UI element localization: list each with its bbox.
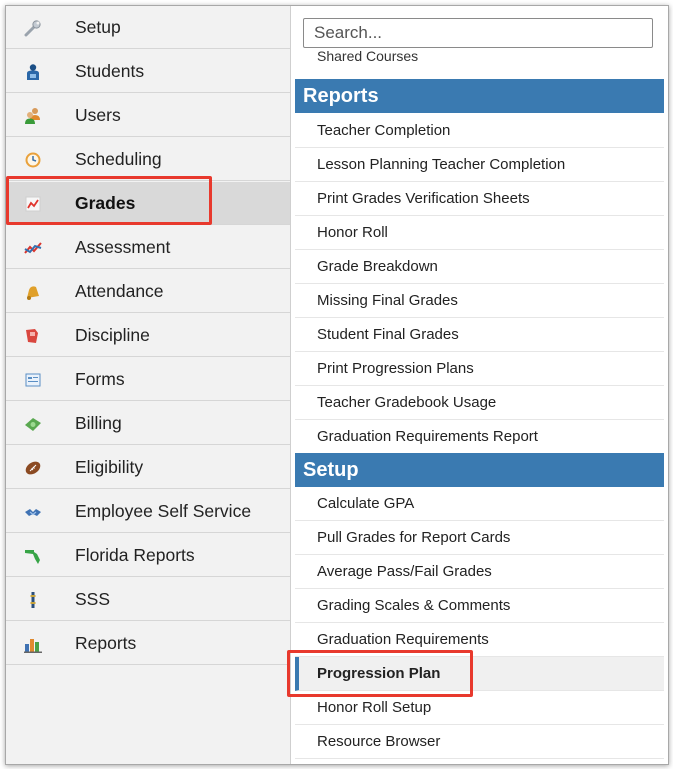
submenu-item-student-final-grades[interactable]: Student Final Grades <box>295 318 664 352</box>
submenu-item-label: Print Progression Plans <box>317 360 474 377</box>
football-icon <box>25 461 41 475</box>
sidebar-item-setup[interactable]: Setup <box>6 6 290 49</box>
submenu-item-label: Pull Grades for Report Cards <box>317 529 511 546</box>
sidebar-item-label: Setup <box>75 17 121 37</box>
submenu-item-grading-scales-comments[interactable]: Grading Scales & Comments <box>295 589 664 623</box>
bar-chart-icon <box>24 639 42 653</box>
submenu-item-teacher-completion[interactable]: Teacher Completion <box>295 114 664 148</box>
submenu-item-shared-courses[interactable]: Shared Courses <box>317 51 418 64</box>
submenu-item-label: Resource Browser <box>317 733 441 750</box>
sidebar-item-reports[interactable]: Reports <box>6 622 290 665</box>
submenu-item-label: Honor Roll <box>317 224 388 241</box>
sidebar-item-discipline[interactable]: Discipline <box>6 314 290 357</box>
users-icon <box>25 108 40 124</box>
sidebar-item-label: Discipline <box>75 325 150 345</box>
submenu-item-label: Graduation Requirements Report <box>317 428 538 445</box>
sidebar-item-label: Scheduling <box>75 149 162 169</box>
progression-plan-highlight-box <box>287 650 473 697</box>
submenu-item-teacher-gradebook-usage[interactable]: Teacher Gradebook Usage <box>295 386 664 420</box>
section-header-reports: Reports <box>295 79 664 113</box>
submenu-item-missing-final-grades[interactable]: Missing Final Grades <box>295 284 664 318</box>
sidebar-item-forms[interactable]: Forms <box>6 358 290 401</box>
submenu-item-calculate-gpa[interactable]: Calculate GPA <box>295 487 664 521</box>
submenu-item-label: Average Pass/Fail Grades <box>317 563 492 580</box>
sidebar-item-eligibility[interactable]: Eligibility <box>6 446 290 489</box>
sidebar-item-label: Students <box>75 61 145 81</box>
money-icon <box>25 418 41 431</box>
submenu-item-grade-breakdown[interactable]: Grade Breakdown <box>295 250 664 284</box>
search-input[interactable] <box>303 18 653 48</box>
submenu-item-graduation-requirements-report[interactable]: Graduation Requirements Report <box>295 420 664 454</box>
submenu-item-pull-grades-for-report-cards[interactable]: Pull Grades for Report Cards <box>295 521 664 555</box>
submenu-item-label: Teacher Completion <box>317 122 451 139</box>
submenu-item-label: Grading Scales & Comments <box>317 597 511 614</box>
submenu-item-label: Calculate GPA <box>317 495 415 512</box>
wrench-icon <box>24 20 41 37</box>
submenu-item-resource-browser[interactable]: Resource Browser <box>295 725 664 759</box>
submenu-item-label: Honor Roll Setup <box>317 699 432 716</box>
florida-map-icon <box>25 550 40 564</box>
handshake-icon <box>25 509 41 516</box>
sidebar-item-label: SSS <box>75 589 111 609</box>
submenu-item-label: Teacher Gradebook Usage <box>317 394 497 411</box>
clock-icon <box>25 152 41 168</box>
sidebar-item-label: Employee Self Service <box>75 501 252 521</box>
submenu-item-label: Student Final Grades <box>317 326 459 343</box>
sss-icon <box>30 592 36 608</box>
form-icon <box>25 373 41 387</box>
assessment-chart-icon <box>24 242 42 254</box>
sidebar-item-label: Users <box>75 105 121 125</box>
sidebar-item-label: Reports <box>75 633 137 653</box>
sidebar-item-label: Assessment <box>75 237 171 257</box>
submenu-item-print-progression-plans[interactable]: Print Progression Plans <box>295 352 664 386</box>
submenu-item-honor-roll[interactable]: Honor Roll <box>295 216 664 250</box>
bell-icon <box>27 286 39 300</box>
submenu-item-label: Missing Final Grades <box>317 292 458 309</box>
student-icon <box>27 64 39 80</box>
submenu-item-lesson-planning-teacher-completion[interactable]: Lesson Planning Teacher Completion <box>295 148 664 182</box>
sidebar-item-sss[interactable]: SSS <box>6 578 290 621</box>
submenu-item-label: Print Grades Verification Sheets <box>317 190 530 207</box>
sidebar-item-users[interactable]: Users <box>6 94 290 137</box>
sidebar-item-label: Forms <box>75 369 125 389</box>
sidebar-item-students[interactable]: Students <box>6 50 290 93</box>
grades-highlight-box <box>6 176 212 225</box>
sidebar-item-assessment[interactable]: Assessment <box>6 226 290 269</box>
sidebar-item-attendance[interactable]: Attendance <box>6 270 290 313</box>
sidebar-item-employee-self-service[interactable]: Employee Self Service <box>6 490 290 533</box>
section-header-setup: Setup <box>295 453 664 487</box>
submenu-item-average-pass-fail-grades[interactable]: Average Pass/Fail Grades <box>295 555 664 589</box>
sidebar-item-label: Florida Reports <box>75 545 195 565</box>
sidebar: Setup Students Users Scheduling Grades A… <box>6 6 291 764</box>
sidebar-item-billing[interactable]: Billing <box>6 402 290 445</box>
sidebar-item-label: Eligibility <box>75 457 144 477</box>
submenu-item-label: Grade Breakdown <box>317 258 438 275</box>
sidebar-item-scheduling[interactable]: Scheduling <box>6 138 290 181</box>
sidebar-item-label: Attendance <box>75 281 164 301</box>
sidebar-item-florida-reports[interactable]: Florida Reports <box>6 534 290 577</box>
discipline-icon <box>26 329 38 343</box>
submenu-item-print-grades-verification-sheets[interactable]: Print Grades Verification Sheets <box>295 182 664 216</box>
sidebar-item-label: Billing <box>75 413 122 433</box>
submenu-item-label: Graduation Requirements <box>317 631 489 648</box>
submenu-item-label: Lesson Planning Teacher Completion <box>317 156 566 173</box>
